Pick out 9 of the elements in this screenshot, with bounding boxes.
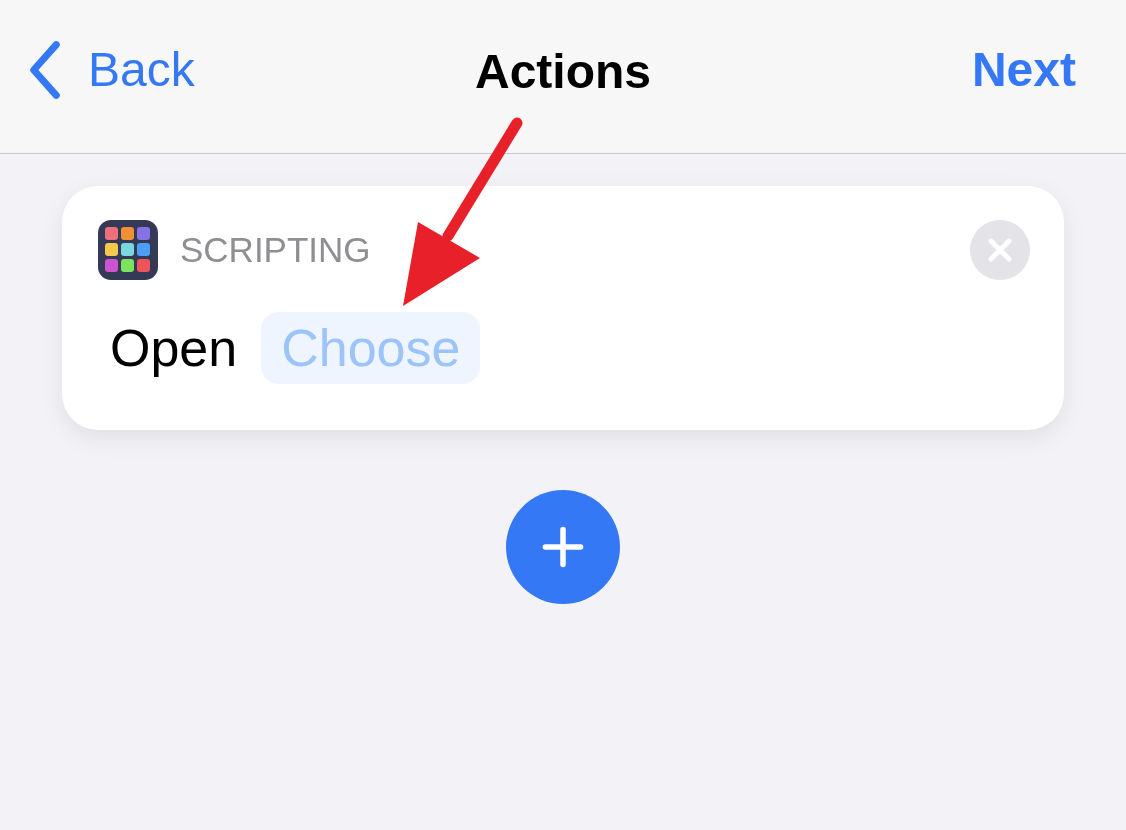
screen-title: Actions xyxy=(475,44,651,99)
back-chevron-icon xyxy=(28,38,62,101)
back-button[interactable]: Back xyxy=(28,38,195,101)
plus-icon xyxy=(541,525,585,569)
close-icon xyxy=(970,220,1030,280)
app-grid-icon xyxy=(98,220,158,280)
action-verb: Open xyxy=(110,318,238,378)
next-button[interactable]: Next xyxy=(971,42,1076,97)
action-category: SCRIPTING xyxy=(180,230,372,270)
